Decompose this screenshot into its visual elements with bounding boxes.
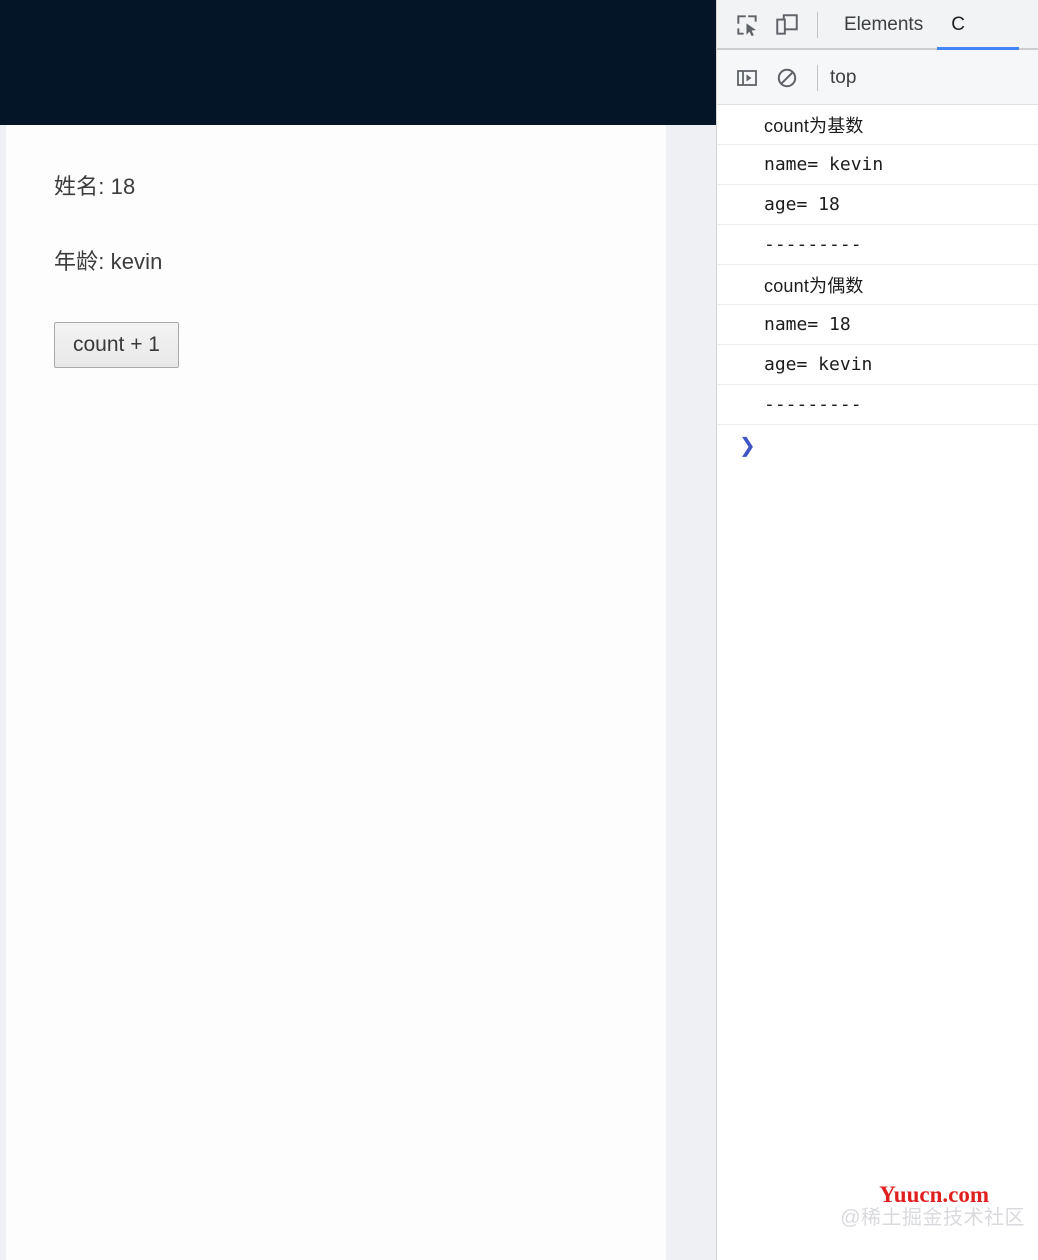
tabbar-divider: [817, 12, 818, 38]
console-toolbar: top: [717, 50, 1038, 105]
console-prompt-row[interactable]: ❯: [717, 425, 1038, 465]
name-field-line: 姓名: 18: [54, 174, 136, 199]
page-content: 姓名: 18 年龄: kevin count + 1: [54, 173, 614, 369]
console-row: ---------: [717, 225, 1038, 265]
devtools-panel: Elements C top count为基数 name= kevin age=…: [716, 0, 1038, 1260]
screenshot-root: 姓名: 18 年龄: kevin count + 1 Elements C to…: [0, 0, 1038, 1260]
console-row: name= kevin: [717, 145, 1038, 185]
watermark-chinese-text: @稀土掘金技术社区: [840, 1207, 1025, 1229]
toolbar-divider: [817, 64, 818, 91]
tab-elements[interactable]: Elements: [830, 0, 937, 50]
page-dark-header-banner: [0, 0, 716, 125]
page-right-gutter: [666, 125, 716, 1260]
clear-console-icon[interactable]: [767, 58, 807, 98]
console-row: ---------: [717, 385, 1038, 425]
execution-context-selector[interactable]: top: [830, 67, 856, 89]
console-row: count为基数: [717, 105, 1038, 145]
device-toolbar-icon[interactable]: [767, 5, 807, 45]
console-row: count为偶数: [717, 265, 1038, 305]
count-increment-button[interactable]: count + 1: [54, 322, 179, 369]
tab-console[interactable]: C: [937, 0, 1019, 50]
inspect-element-icon[interactable]: [727, 5, 767, 45]
console-row: age= 18: [717, 185, 1038, 225]
watermark-site-text: Yuucn.com: [879, 1182, 989, 1207]
console-message-list: count为基数 name= kevin age= 18 --------- c…: [717, 105, 1038, 425]
console-row: name= 18: [717, 305, 1038, 345]
age-field-line: 年龄: kevin: [54, 248, 163, 274]
page-body-surface: 姓名: 18 年龄: kevin count + 1: [6, 125, 666, 1260]
console-sidebar-icon[interactable]: [727, 58, 767, 98]
console-row: age= kevin: [717, 345, 1038, 385]
chevron-right-icon: ❯: [739, 433, 756, 457]
watermark: @稀土掘金技术社区 Yuucn.com: [717, 1178, 1038, 1238]
devtools-tabbar: Elements C: [717, 0, 1038, 50]
browser-page-viewport: 姓名: 18 年龄: kevin count + 1: [0, 0, 716, 1260]
